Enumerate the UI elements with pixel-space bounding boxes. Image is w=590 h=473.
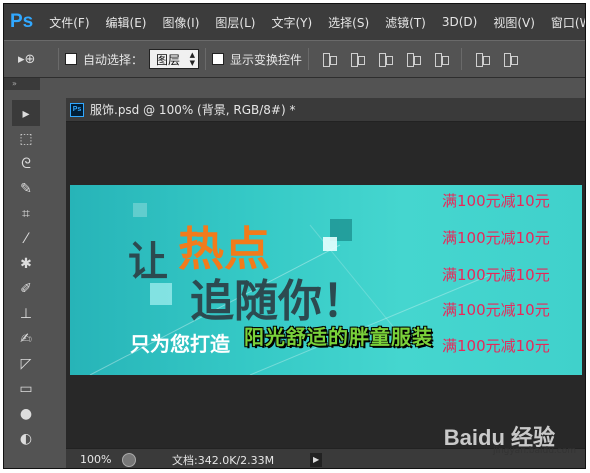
lasso-tool-icon[interactable]: ᘓ	[12, 151, 40, 176]
menu-type[interactable]: 文字(Y)	[263, 14, 320, 31]
marquee-tool-icon[interactable]: ⬚	[12, 126, 40, 151]
align-horizontal-center-icon[interactable]	[432, 50, 450, 68]
promo-text: 满100元减10元	[442, 337, 550, 355]
auto-select-value: 图层	[156, 52, 181, 67]
auto-select-label: 自动选择：	[83, 52, 144, 67]
divider	[461, 48, 463, 70]
align-bottom-icon[interactable]	[376, 50, 394, 68]
promo-text: 满100元减10元	[442, 266, 550, 284]
document-title: 服饰.psd @ 100% (背景, RGB/8#) *	[90, 103, 296, 117]
promo-text: 满100元减10元	[442, 301, 550, 319]
brush-tool-icon[interactable]: ✐	[12, 276, 40, 301]
gradient-tool-icon[interactable]: ▭	[12, 376, 40, 401]
document-tab[interactable]: Ps 服饰.psd @ 100% (背景, RGB/8#) *	[66, 98, 585, 122]
divider	[58, 48, 59, 70]
align-top-icon[interactable]	[320, 50, 338, 68]
distribute-top-icon[interactable]	[473, 50, 491, 68]
menu-view[interactable]: 视图(V)	[485, 14, 543, 31]
move-tool-icon[interactable]: ▸	[12, 101, 40, 126]
move-tool-preset-icon[interactable]: ▸⊕	[4, 52, 52, 67]
dodge-tool-icon[interactable]: ◐	[12, 426, 40, 451]
eraser-tool-icon[interactable]: ◸	[12, 351, 40, 376]
options-bar: ▸⊕ 自动选择： 图层 ▲ ▼ 显示变换控件	[4, 40, 585, 78]
document-size-info: 文档:342.0K/2.33M	[172, 453, 275, 467]
headline-line2: 追随你！	[190, 276, 366, 327]
zoom-level[interactable]: 100%	[80, 453, 120, 466]
tools-panel: ▸ ⬚ ᘓ ✎ ⌗ ⁄ ✱ ✐ ⊥ ✍ ◸ ▭ ● ◐	[12, 100, 40, 468]
align-left-icon[interactable]	[404, 50, 422, 68]
photoshop-window: Ps 文件(F) 编辑(E) 图像(I) 图层(L) 文字(Y) 选择(S) 滤…	[3, 3, 586, 469]
align-vertical-center-icon[interactable]	[348, 50, 366, 68]
crop-tool-icon[interactable]: ⌗	[12, 201, 40, 226]
status-menu-arrow-icon[interactable]: ▶	[310, 452, 323, 467]
auto-select-dropdown[interactable]: 图层 ▲ ▼	[149, 49, 200, 69]
status-info-icon[interactable]	[122, 452, 136, 467]
menu-edit[interactable]: 编辑(E)	[98, 14, 155, 31]
menu-3d[interactable]: 3D(D)	[434, 15, 485, 29]
history-brush-tool-icon[interactable]: ✍	[12, 326, 40, 351]
menu-select[interactable]: 选择(S)	[320, 14, 377, 31]
psd-file-icon: Ps	[70, 102, 84, 117]
show-transform-label: 显示变换控件	[230, 52, 303, 67]
document-window: Ps 服饰.psd @ 100% (背景, RGB/8#) * 让 热点 追随你…	[66, 98, 585, 468]
menu-image[interactable]: 图像(I)	[154, 14, 207, 31]
menu-layer[interactable]: 图层(L)	[207, 14, 263, 31]
green-slogan-text: 阳光舒适的胖童服装	[244, 325, 433, 349]
menu-file[interactable]: 文件(F)	[41, 14, 97, 31]
distribute-center-icon[interactable]	[501, 50, 519, 68]
quick-select-tool-icon[interactable]: ✎	[12, 176, 40, 201]
blur-tool-icon[interactable]: ●	[12, 401, 40, 426]
dropdown-arrows-icon: ▲ ▼	[189, 51, 196, 67]
divider	[308, 48, 310, 70]
show-transform-checkbox[interactable]	[212, 53, 225, 65]
menu-bar: Ps 文件(F) 编辑(E) 图像(I) 图层(L) 文字(Y) 选择(S) 滤…	[4, 4, 585, 40]
decor-square	[133, 203, 147, 217]
canvas-banner[interactable]: 让 热点 追随你！ 只为您打造 阳光舒适的胖童服装 满100元减10元 满100…	[70, 185, 582, 375]
auto-select-checkbox[interactable]	[65, 53, 77, 65]
healing-brush-tool-icon[interactable]: ✱	[12, 251, 40, 276]
menu-window[interactable]: 窗口(W)	[543, 14, 585, 31]
photoshop-logo-icon: Ps	[10, 11, 34, 32]
headline-subline: 只为您打造	[130, 332, 230, 356]
eyedropper-tool-icon[interactable]: ⁄	[12, 226, 40, 251]
toolbar-collapse-icon[interactable]: »	[4, 78, 40, 90]
watermark-url: jingyan.baidu.com	[492, 446, 576, 456]
menu-filter[interactable]: 滤镜(T)	[377, 14, 434, 31]
promo-text: 满100元减10元	[442, 192, 550, 210]
promo-text: 满100元减10元	[442, 229, 550, 247]
decor-square	[323, 237, 337, 251]
clone-stamp-tool-icon[interactable]: ⊥	[12, 301, 40, 326]
divider	[205, 48, 207, 70]
headline-prefix: 让	[128, 238, 168, 285]
